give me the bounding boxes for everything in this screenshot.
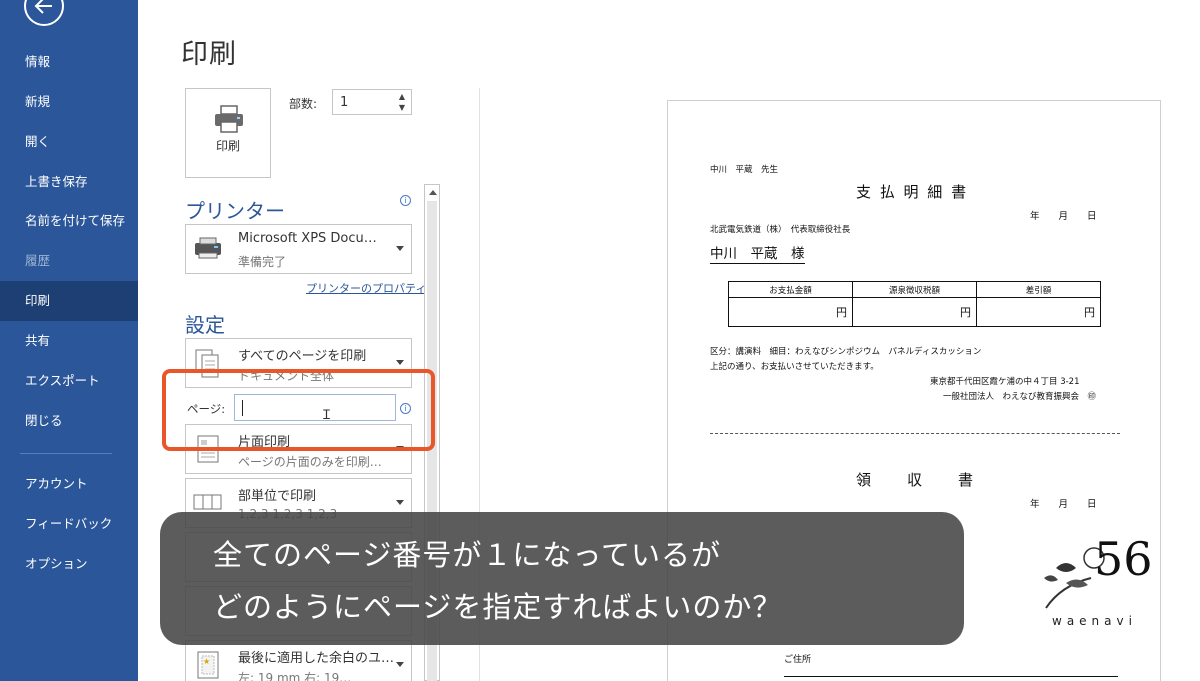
printer-icon: [215, 105, 243, 133]
scroll-up-icon[interactable]: [429, 190, 437, 195]
preview-recipient-sama: 中川 平蔵 様: [710, 242, 805, 264]
printer-name: Microsoft XPS Docu…: [238, 231, 377, 246]
nav-save[interactable]: 上書き保存: [0, 162, 138, 202]
cut-line: [710, 433, 1120, 434]
nav-close[interactable]: 閉じる: [0, 401, 138, 441]
table-header-cell: お支払金額: [728, 281, 853, 298]
nav-info[interactable]: 情報: [0, 42, 138, 82]
preview-address: 東京都千代田区霞ケ浦の中４丁目 3-21: [930, 377, 1080, 387]
chevron-down-icon: [396, 500, 404, 505]
nav-save-as[interactable]: 名前を付けて保存: [0, 201, 138, 241]
logo-number: 56: [1094, 532, 1153, 586]
stepper-down-icon[interactable]: ▼: [397, 104, 407, 112]
sidebar-divider: [20, 453, 112, 454]
nav-new[interactable]: 新規: [0, 82, 138, 122]
preview-title-receipt: 領 収 書: [856, 471, 976, 489]
collate-value: 部単位で印刷: [238, 489, 317, 504]
table-header-cell: 源泉徴収税額: [852, 281, 977, 298]
printer-device-icon: [195, 237, 221, 259]
backstage-sidebar: 情報 新規 開く 上書き保存 名前を付けて保存 履歴 印刷 共有 エクスポート …: [0, 0, 138, 681]
sides-desc: ページの片面のみを印刷…: [238, 455, 382, 469]
table-cell: 円: [976, 297, 1101, 327]
chevron-down-icon: [396, 662, 404, 667]
margins-icon: ★: [197, 651, 219, 679]
table-header-cell: 差引額: [976, 281, 1101, 298]
nav-export[interactable]: エクスポート: [0, 361, 138, 401]
nav-open[interactable]: 開く: [0, 122, 138, 162]
preview-amount-table: お支払金額 源泉徴収税額 差引額 円 円 円: [728, 281, 1101, 327]
address-underline: [784, 676, 1118, 677]
printer-properties-link[interactable]: プリンターのプロパティ: [306, 280, 426, 296]
printer-select[interactable]: Microsoft XPS Docu… 準備完了: [185, 224, 412, 274]
caption-line-1: 全てのページ番号が１になっているが: [213, 538, 721, 572]
margins-select[interactable]: ★ 最後に適用した余白のユ… 左: 19 mm 右: 19…: [185, 640, 412, 681]
nav-share[interactable]: 共有: [0, 321, 138, 361]
nav-account[interactable]: アカウント: [0, 464, 138, 504]
table-cell: 円: [852, 297, 977, 327]
chevron-down-icon: [396, 246, 404, 251]
preview-date-1: 年 月 日: [1030, 211, 1097, 222]
margins-desc: 左: 19 mm 右: 19…: [238, 671, 352, 681]
chevron-down-icon: [396, 360, 404, 365]
page-title: 印刷: [181, 39, 237, 70]
preview-address-label: ご住所: [784, 655, 812, 665]
back-arrow-icon[interactable]: [24, 0, 64, 26]
logo-word: waenavi: [1052, 614, 1137, 628]
stepper-up-icon[interactable]: ▲: [397, 93, 407, 101]
print-button[interactable]: 印刷: [185, 88, 271, 178]
margins-value: 最後に適用した余白のユ…: [238, 651, 395, 666]
preview-recipient-top: 中川 平蔵 先生: [710, 165, 779, 175]
settings-heading: 設定: [185, 313, 225, 337]
preview-company: 北武電気鉄道（株） 代表取締役社長: [710, 225, 851, 235]
print-range-value: すべてのページを印刷: [238, 349, 367, 364]
nav-history[interactable]: 履歴: [0, 241, 138, 281]
preview-date-2: 年 月 日: [1030, 499, 1097, 510]
nav-print[interactable]: 印刷: [0, 281, 138, 321]
preview-category-line: 区分：講演料 細目：わえなびシンポジウム パネルディスカッション: [710, 347, 982, 357]
nav-feedback[interactable]: フィードバック: [0, 504, 138, 544]
preview-title-payment: 支 払 明 細 書: [856, 183, 969, 201]
print-button-label: 印刷: [215, 139, 240, 153]
printer-heading: プリンター: [185, 199, 285, 223]
preview-org: 一般社団法人 わえなび教育振興会 ㊞: [943, 392, 1097, 402]
waenavi-logo: 56 waenavi: [1036, 532, 1166, 632]
nav-options[interactable]: オプション: [0, 544, 138, 584]
preview-notice-line: 上記の通り、お支払いさせていただきます。: [710, 362, 879, 372]
caption-overlay: 全てのページ番号が１になっているが どのようにページを指定すればよいのか？: [160, 512, 964, 645]
info-icon[interactable]: i: [400, 195, 411, 206]
table-cell: 円: [728, 297, 853, 327]
svg-text:★: ★: [203, 657, 210, 666]
caption-line-2: どのようにページを指定すればよいのか？: [213, 590, 783, 624]
copies-stepper[interactable]: 1 ▲ ▼: [332, 89, 412, 115]
copies-label: 部数:: [289, 97, 318, 111]
annotation-highlight-box: [162, 369, 435, 451]
copies-value: 1: [340, 95, 349, 110]
printer-status: 準備完了: [238, 255, 287, 269]
